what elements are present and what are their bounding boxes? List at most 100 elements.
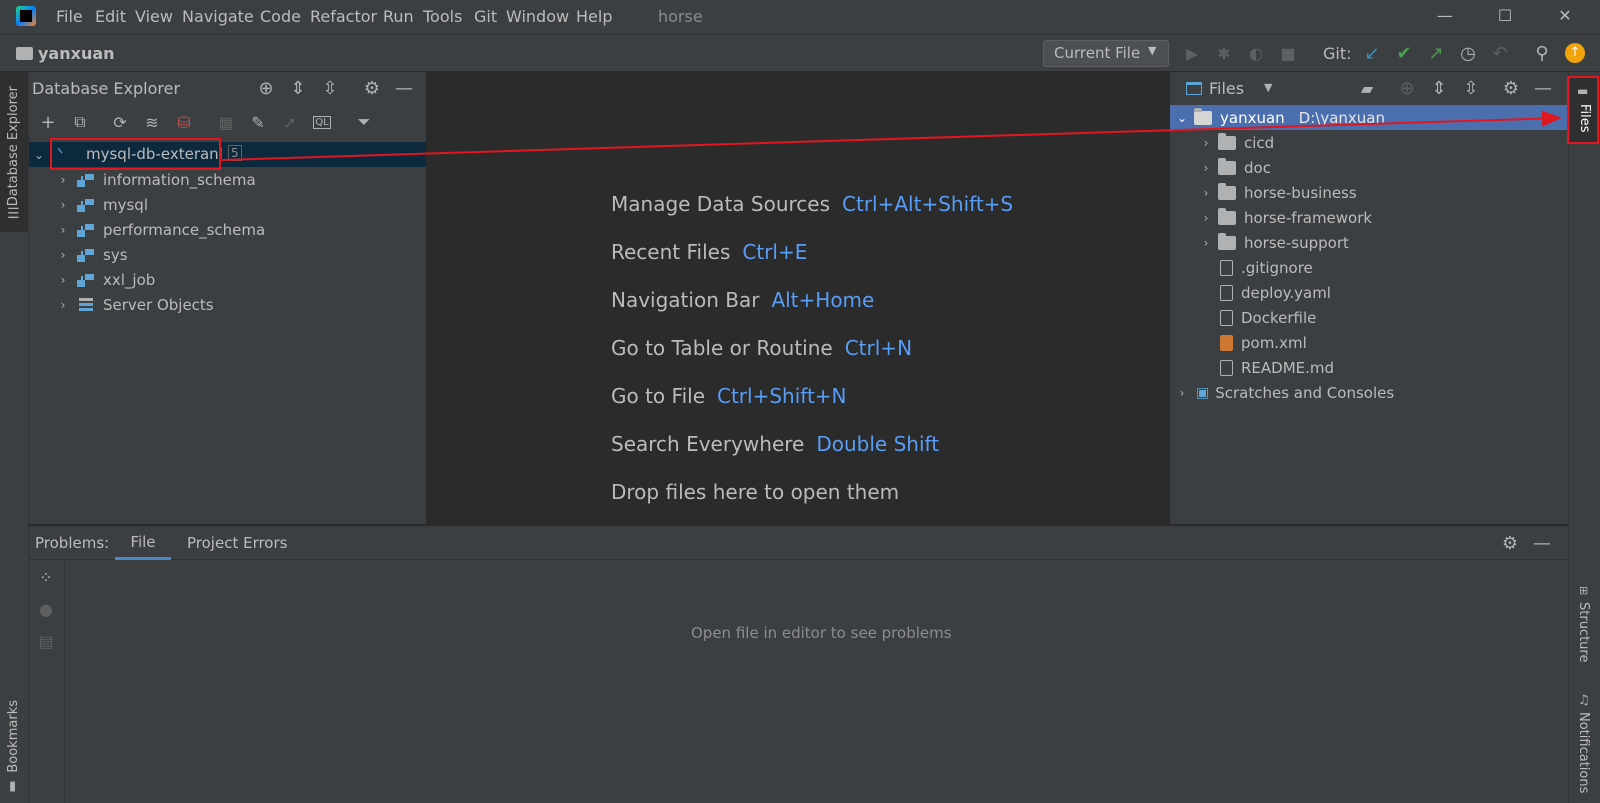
file-node[interactable]: pom.xml [1214, 330, 1307, 355]
problems-label: Problems: [35, 534, 110, 552]
run-config-label: Current File [1054, 44, 1141, 62]
files-panel: Files ▼ ▰ ⊕ ⇕ ⇳ ⚙ — ⌄ yanxuan D:\yanxuan… [1169, 72, 1568, 524]
chevron-right-icon: › [60, 272, 66, 287]
disconnect-icon[interactable]: ⛁ [173, 111, 195, 133]
minimize-icon[interactable]: — [1430, 6, 1460, 28]
schema-node[interactable]: › sys [55, 242, 128, 267]
menu-refactor[interactable]: Refactor [310, 7, 377, 26]
menu-tools[interactable]: Tools [423, 7, 462, 26]
expand-all-icon[interactable]: ⇕ [287, 77, 309, 99]
file-node[interactable]: deploy.yaml [1214, 280, 1331, 305]
collapse-all-icon[interactable]: ⇳ [319, 77, 341, 99]
database-explorer-tool-tab[interactable]: Database Explorer ☰ [0, 72, 28, 232]
schema-icon [77, 272, 95, 288]
menu-git[interactable]: Git [474, 7, 497, 26]
datasource-node[interactable]: ⌄ ᐠ mysql-db-exteranl 5 [31, 142, 242, 167]
update-icon[interactable]: ↑ [1565, 43, 1585, 63]
menu-navigate[interactable]: Navigate [182, 7, 254, 26]
project-name[interactable]: yanxuan [38, 44, 115, 63]
hide-panel-icon[interactable]: — [393, 77, 415, 99]
server-objects-node[interactable]: › Server Objects [55, 292, 214, 317]
schema-icon [77, 197, 95, 213]
tab-file[interactable]: File [115, 526, 171, 560]
schema-node[interactable]: › mysql [55, 192, 148, 217]
hint-shortcut: Alt+Home [771, 288, 875, 312]
stop-icon[interactable]: ■ [1276, 41, 1300, 65]
menu-file[interactable]: File [56, 7, 83, 26]
folder-node[interactable]: › doc [1198, 155, 1271, 180]
chevron-down-icon[interactable]: ▼ [1264, 81, 1272, 94]
file-name: README.md [1241, 358, 1335, 377]
window-title: horse [658, 7, 703, 26]
jump-icon[interactable]: ➚ [279, 111, 301, 133]
menu-edit[interactable]: Edit [95, 7, 126, 26]
menu-code[interactable]: Code [260, 7, 301, 26]
edit-icon[interactable]: ✎ [247, 111, 269, 133]
coverage-icon[interactable]: ◐ [1244, 41, 1268, 65]
lightbulb-icon[interactable]: ● [35, 598, 57, 620]
add-icon[interactable]: + [37, 111, 59, 133]
menu-run[interactable]: Run [383, 7, 414, 26]
datasource-count-badge: 5 [228, 145, 242, 161]
folder-node[interactable]: › horse-business [1198, 180, 1357, 205]
menu-window[interactable]: Window [506, 7, 569, 26]
close-icon[interactable]: ✕ [1550, 6, 1580, 28]
open-folder-icon[interactable]: ▰ [1356, 77, 1378, 99]
table-icon[interactable]: ▦ [215, 111, 237, 133]
schema-node[interactable]: › information_schema [55, 167, 256, 192]
refresh-icon[interactable]: ⟳ [109, 111, 131, 133]
maximize-icon[interactable]: ☐ [1490, 6, 1520, 28]
bookmark-icon: ▮ [9, 779, 17, 794]
file-node[interactable]: Dockerfile [1214, 305, 1316, 330]
console-icon[interactable]: QL [311, 111, 333, 133]
rollback-icon[interactable]: ↶ [1488, 41, 1512, 65]
run-icon[interactable]: ▶ [1180, 41, 1204, 65]
hint-shortcut: Ctrl+Shift+N [717, 384, 847, 408]
schema-node[interactable]: › performance_schema [55, 217, 266, 242]
structure-tab-label[interactable]: Structure [1576, 602, 1591, 662]
git-commit-icon[interactable]: ✔ [1392, 41, 1416, 65]
settings-gear-icon[interactable]: ⚙ [1499, 532, 1521, 554]
menu-view[interactable]: View [135, 7, 173, 26]
root-folder-node[interactable]: ⌄ yanxuan D:\yanxuan [1174, 105, 1385, 130]
file-node[interactable]: README.md [1214, 355, 1334, 380]
expand-all-icon[interactable]: ⇕ [1428, 77, 1450, 99]
settings-gear-icon[interactable]: ⚙ [1500, 77, 1522, 99]
hide-panel-icon[interactable]: — [1531, 532, 1553, 554]
problems-toolbar: ⁘ ● ▤ [29, 560, 65, 803]
settings-gear-icon[interactable]: ⚙ [361, 77, 383, 99]
notifications-tab-label[interactable]: Notifications [1576, 712, 1591, 793]
search-icon[interactable]: ⚲ [1530, 41, 1554, 65]
filter-icon[interactable]: ⏷ [353, 111, 375, 133]
schema-name: information_schema [103, 170, 256, 189]
debug-icon[interactable]: ✱ [1212, 41, 1236, 65]
schema-node[interactable]: › xxl_job [55, 267, 156, 292]
folder-node[interactable]: › horse-framework [1198, 205, 1372, 230]
chevron-right-icon: › [60, 197, 66, 212]
copy-icon[interactable]: ⧉ [69, 111, 91, 133]
git-push-icon[interactable]: ↗ [1424, 41, 1448, 65]
git-update-icon[interactable]: ↙ [1360, 41, 1384, 65]
schema-settings-icon[interactable]: ≋ [141, 111, 163, 133]
locate-icon[interactable]: ⊕ [255, 77, 277, 99]
folder-name: horse-support [1244, 233, 1349, 252]
folder-node[interactable]: › horse-support [1198, 230, 1349, 255]
run-config-dropdown[interactable]: Current File ▼ [1043, 40, 1169, 67]
menu-help[interactable]: Help [576, 7, 612, 26]
folder-node[interactable]: › cicd [1198, 130, 1274, 155]
folder-icon [1218, 182, 1236, 200]
group-by-icon[interactable]: ⁘ [35, 566, 57, 588]
bookmarks-tab-label[interactable]: Bookmarks [6, 700, 21, 773]
tab-project-errors[interactable]: Project Errors [187, 526, 287, 560]
files-panel-title[interactable]: Files [1209, 79, 1244, 98]
chevron-right-icon: › [60, 297, 66, 312]
locate-icon[interactable]: ⊕ [1396, 77, 1418, 99]
structure-icon: ⊞ [1579, 584, 1589, 597]
scratches-node[interactable]: › ▣ Scratches and Consoles [1174, 380, 1395, 405]
title-bar: File Edit View Navigate Code Refactor Ru… [0, 0, 1600, 34]
preview-icon[interactable]: ▤ [35, 630, 57, 652]
hide-panel-icon[interactable]: — [1532, 77, 1554, 99]
collapse-all-icon[interactable]: ⇳ [1460, 77, 1482, 99]
history-icon[interactable]: ◷ [1456, 41, 1480, 65]
file-node[interactable]: .gitignore [1214, 255, 1313, 280]
